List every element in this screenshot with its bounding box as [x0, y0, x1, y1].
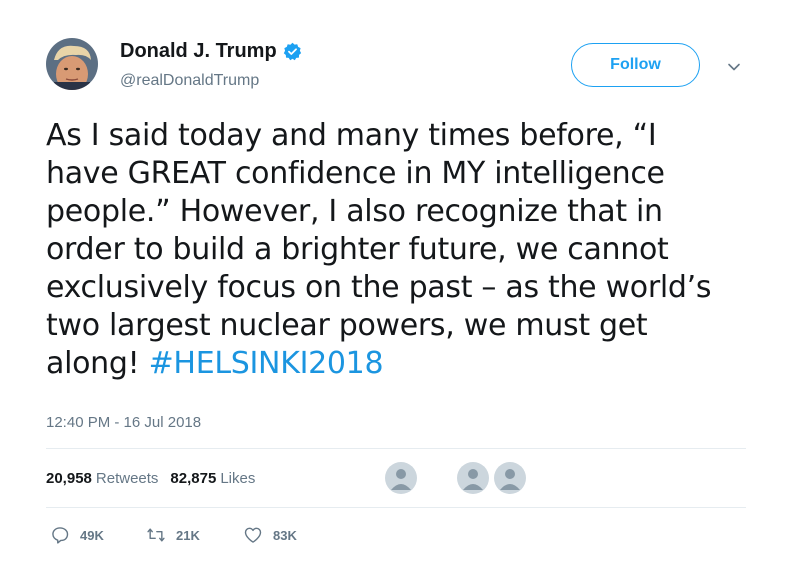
retweets-label: Retweets — [95, 470, 159, 487]
tweet-text-line: two largest nuclear powers, we must get — [46, 308, 648, 343]
liker-avatar[interactable] — [385, 462, 417, 494]
divider — [46, 507, 746, 508]
likes-stat[interactable]: 82,875 Likes — [170, 470, 255, 487]
hashtag-link[interactable]: #HELSINKI2018 — [149, 346, 384, 381]
retweet-button[interactable]: 21K — [146, 525, 243, 545]
tweet-text-line: order to build a brighter future, we can… — [46, 232, 669, 267]
tweet-text-line: have GREAT confidence in MY intelligence — [46, 156, 665, 191]
verified-badge-icon — [283, 42, 302, 61]
user-name[interactable]: Donald J. Trump — [120, 40, 277, 63]
likes-count: 82,875 — [170, 470, 217, 487]
tweet-timestamp[interactable]: 12:40 PM - 16 Jul 2018 — [46, 414, 201, 431]
default-user-icon — [391, 469, 411, 490]
reply-count: 49K — [80, 527, 104, 543]
likes-label: Likes — [220, 470, 256, 487]
default-user-icon — [463, 469, 483, 490]
tweet-actions: 49K 21K 83K — [50, 525, 297, 545]
retweet-icon — [147, 528, 165, 542]
like-count: 83K — [273, 527, 297, 543]
default-user-icon — [500, 469, 520, 490]
retweets-count: 20,958 — [46, 470, 92, 487]
user-name-row[interactable]: Donald J. Trump — [120, 40, 302, 63]
liker-avatar[interactable] — [494, 462, 526, 494]
retweets-stat[interactable]: 20,958 Retweets — [46, 470, 158, 487]
engagement-stats: 20,958 Retweets 82,875 Likes — [46, 470, 267, 487]
like-button[interactable]: 83K — [243, 525, 297, 545]
reply-button[interactable]: 49K — [50, 525, 146, 545]
tweet-text: As I said today and many times before, “… — [46, 117, 746, 383]
heart-icon — [244, 527, 262, 543]
avatar-image — [46, 38, 98, 90]
reply-icon — [52, 527, 69, 544]
tweet-text-last-line: along! #HELSINKI2018 — [46, 345, 746, 383]
liker-avatar[interactable] — [457, 462, 489, 494]
tweet-text-line: along! — [46, 346, 149, 381]
divider — [46, 448, 746, 449]
tweet-text-line: people.” However, I also recognize that … — [46, 194, 663, 229]
tweet-text-line: As I said today and many times before, “… — [46, 118, 657, 153]
tweet-card: Donald J. Trump @realDonaldTrump Follow … — [0, 0, 789, 561]
user-handle[interactable]: @realDonaldTrump — [120, 72, 259, 90]
chevron-down-icon[interactable] — [727, 60, 741, 74]
tweet-text-line: exclusively focus on the past – as the w… — [46, 270, 712, 305]
profile-avatar[interactable] — [46, 38, 98, 90]
retweet-count: 21K — [176, 527, 200, 543]
follow-button[interactable]: Follow — [571, 43, 700, 87]
